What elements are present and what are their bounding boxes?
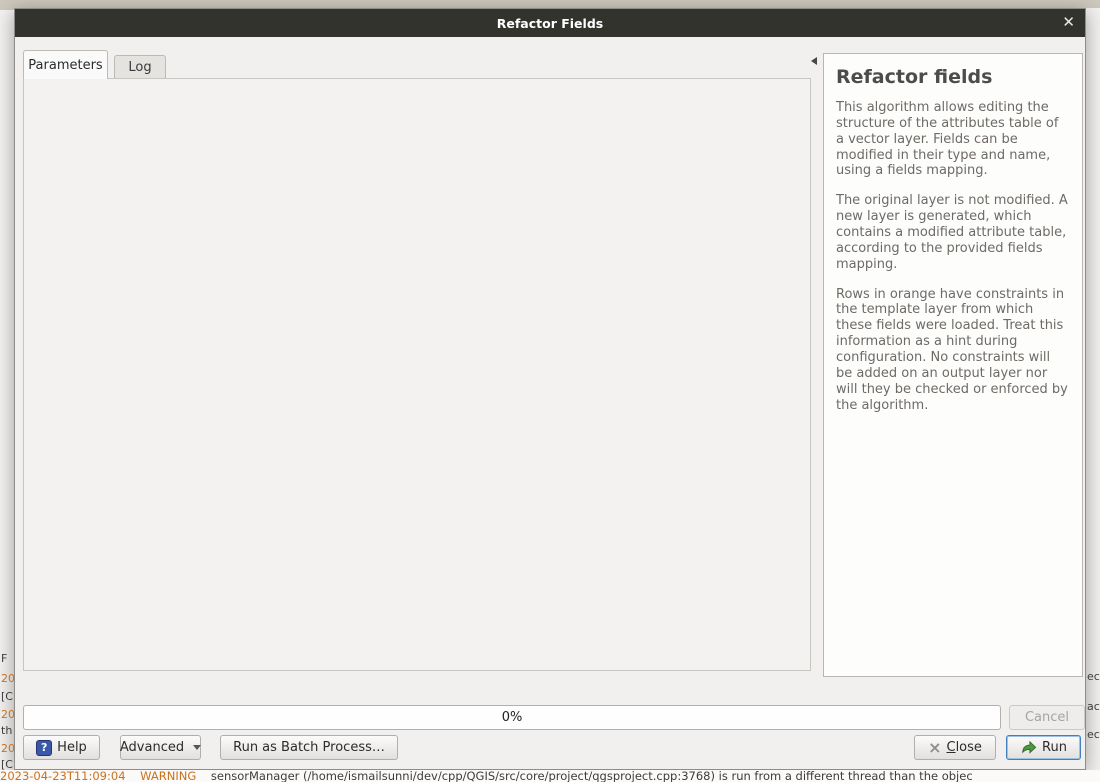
- parameters-panel: [23, 78, 811, 671]
- cancel-button[interactable]: Cancel: [1009, 705, 1085, 730]
- log-timestamp: 2023-04-23T11:09:04: [0, 770, 126, 782]
- background-log-fragment: F: [1, 652, 14, 665]
- tab-parameters[interactable]: Parameters: [23, 50, 108, 79]
- chevron-down-icon: [193, 745, 201, 750]
- background-log-fragment: ec: [1087, 728, 1100, 741]
- run-as-batch-button[interactable]: Run as Batch Process…: [220, 735, 398, 760]
- advanced-button[interactable]: Advanced: [120, 735, 201, 760]
- progress-bar: 0%: [23, 705, 1001, 730]
- help-panel: Refactor fields This algorithm allows ed…: [823, 53, 1083, 677]
- collapse-panel-icon[interactable]: [811, 57, 817, 65]
- desktop-top-strip: [0, 0, 1100, 8]
- background-log-fragment: 20: [1, 742, 14, 755]
- help-panel-title: Refactor fields: [836, 66, 1070, 88]
- background-window-right-sliver: [1086, 8, 1100, 770]
- help-paragraph: Rows in orange have constraints in the t…: [836, 287, 1070, 414]
- background-log-fragment: ec: [1087, 670, 1100, 683]
- background-log-fragment: [C: [1, 690, 14, 703]
- log-message: sensorManager (/home/ismailsunni/dev/cpp…: [211, 770, 973, 782]
- background-log-fragment: 20: [1, 672, 14, 685]
- close-x-icon: ×: [928, 740, 941, 756]
- close-icon[interactable]: ✕: [1062, 13, 1075, 31]
- tab-log[interactable]: Log: [114, 55, 166, 79]
- refactor-fields-dialog: Refactor Fields ✕ Parameters Log Input l…: [14, 8, 1086, 770]
- help-paragraph: The original layer is not modified. A ne…: [836, 193, 1070, 272]
- background-log-fragment: 20: [1, 708, 14, 721]
- log-level: WARNING: [140, 770, 196, 782]
- log-message-line: 2023-04-23T11:09:04 WARNING sensorManage…: [0, 770, 1100, 782]
- background-log-fragment: ac: [1087, 700, 1100, 713]
- help-icon: ?: [36, 740, 52, 756]
- run-arrow-icon: [1020, 739, 1037, 756]
- help-button[interactable]: ? Help: [23, 735, 100, 760]
- help-paragraph: This algorithm allows editing the struct…: [836, 100, 1070, 179]
- dialog-title: Refactor Fields: [497, 16, 603, 31]
- background-log-fragment: [C: [1, 758, 14, 771]
- dialog-titlebar[interactable]: Refactor Fields ✕: [15, 9, 1085, 37]
- progress-value: 0%: [502, 710, 523, 725]
- run-button[interactable]: Run: [1006, 735, 1081, 760]
- close-button[interactable]: × Close: [914, 735, 996, 760]
- background-log-fragment: th: [1, 724, 14, 737]
